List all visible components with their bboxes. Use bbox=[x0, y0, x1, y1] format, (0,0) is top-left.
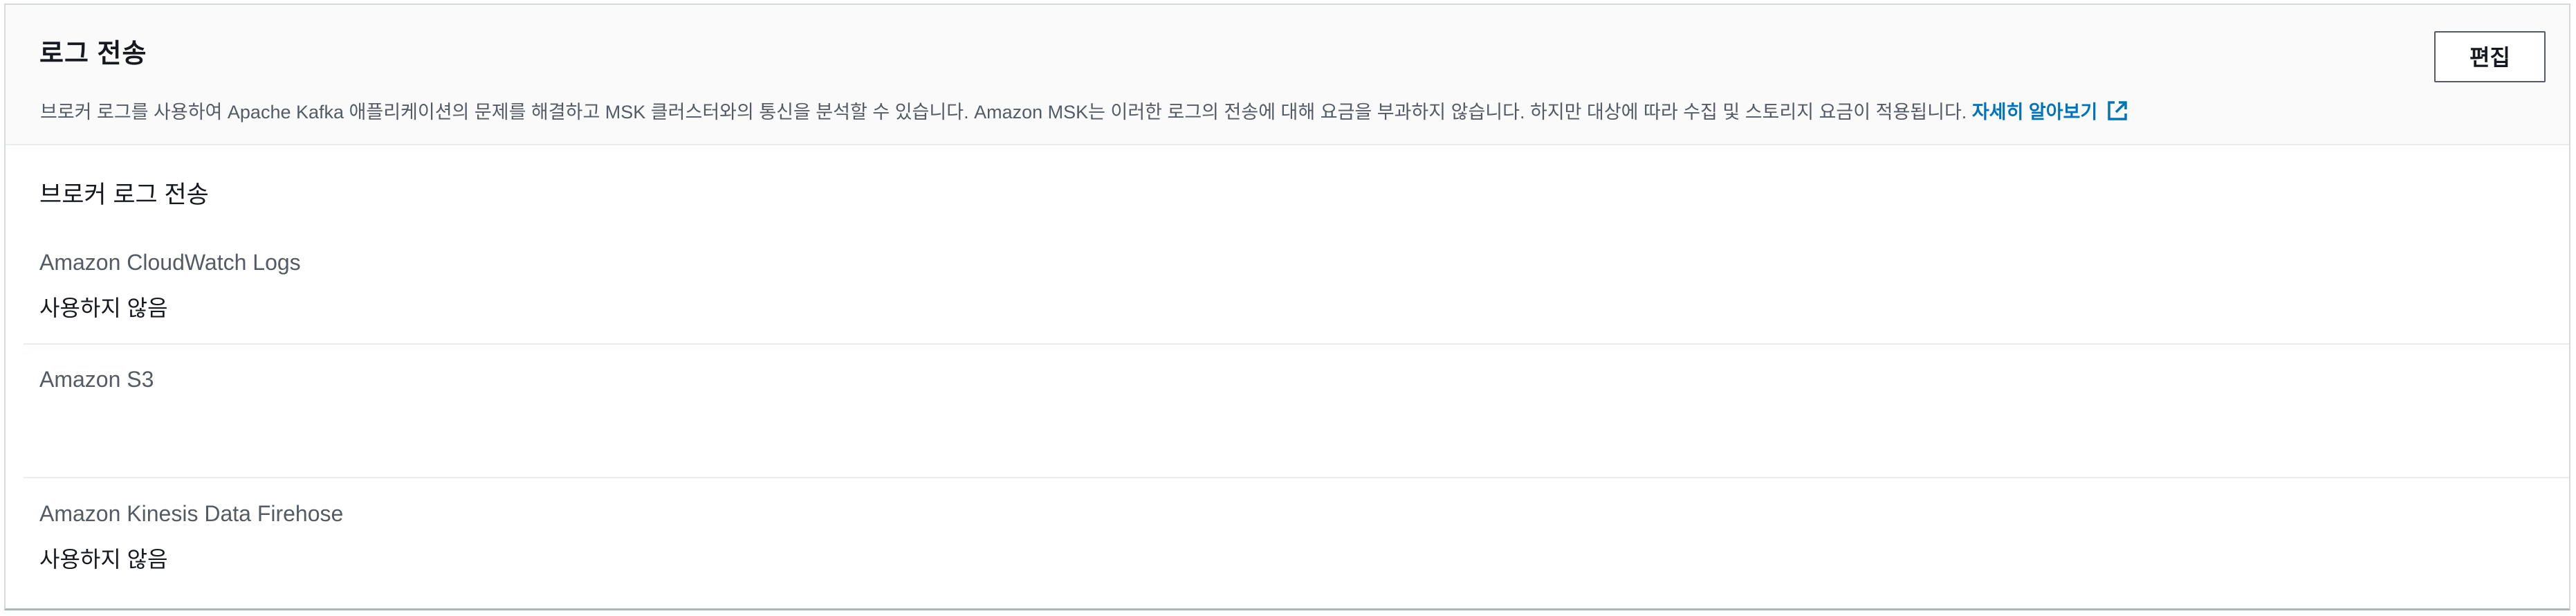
external-link-icon bbox=[2108, 101, 2127, 120]
log-delivery-panel: 로그 전송 브로커 로그를 사용하여 Apache Kafka 애플리케이션의 … bbox=[4, 3, 2570, 610]
panel-header: 로그 전송 브로커 로그를 사용하여 Apache Kafka 애플리케이션의 … bbox=[6, 5, 2569, 145]
kinesis-firehose-label: Amazon Kinesis Data Firehose bbox=[39, 501, 344, 526]
section-title: 브로커 로그 전송 bbox=[39, 181, 209, 208]
cloudwatch-logs-value: 사용하지 않음 bbox=[39, 296, 168, 320]
learn-more-link[interactable]: 자세히 알아보기 bbox=[1971, 101, 2129, 123]
edit-button[interactable]: 편집 bbox=[2434, 31, 2546, 82]
divider bbox=[24, 343, 2569, 345]
panel-body: 브로커 로그 전송 Amazon CloudWatch Logs 사용하지 않음… bbox=[6, 145, 2569, 608]
cloudwatch-logs-label: Amazon CloudWatch Logs bbox=[39, 250, 301, 275]
description-text: 브로커 로그를 사용하여 Apache Kafka 애플리케이션의 문제를 해결… bbox=[40, 102, 1967, 123]
kinesis-firehose-value: 사용하지 않음 bbox=[39, 547, 168, 572]
panel-title: 로그 전송 bbox=[39, 39, 147, 69]
s3-label: Amazon S3 bbox=[39, 367, 154, 392]
learn-more-label: 자세히 알아보기 bbox=[1971, 102, 2098, 123]
panel-description: 브로커 로그를 사용하여 Apache Kafka 애플리케이션의 문제를 해결… bbox=[40, 99, 2129, 124]
divider bbox=[24, 477, 2569, 478]
